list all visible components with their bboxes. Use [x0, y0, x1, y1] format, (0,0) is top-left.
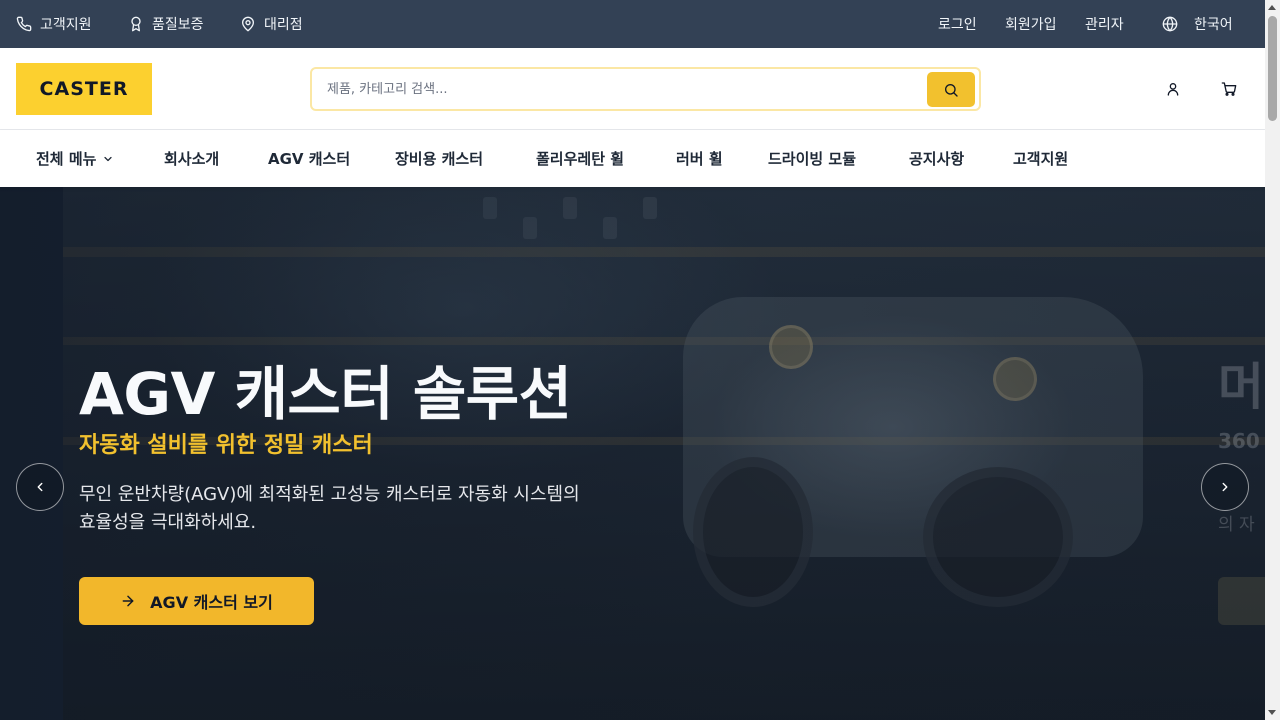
hero-title: AGV 캐스터 솔루션 [79, 360, 572, 428]
nav-item-label: 공지사항 [909, 150, 965, 168]
scroll-up-arrow-icon[interactable] [1268, 5, 1276, 10]
globe-icon [1162, 16, 1178, 32]
topbar-link-support[interactable]: 고객지원 [16, 0, 92, 48]
search-bar [310, 67, 981, 111]
chevron-left-icon [37, 482, 43, 492]
topbar-link-quality[interactable]: 품질보증 [128, 0, 204, 48]
nav-all-menu-label: 전체 메뉴 [36, 150, 97, 168]
login-link[interactable]: 로그인 [938, 0, 977, 48]
account-button[interactable] [1162, 78, 1184, 100]
chevron-down-icon [104, 156, 113, 161]
hero-description: 무인 운반차량(AGV)에 최적화된 고성능 캐스터로 자동화 시스템의 효율성… [79, 484, 580, 533]
main-navigation: 전체 메뉴 회사소개 AGV 캐스터 장비용 캐스터 폴리우레탄 휠 러버 휠 … [0, 130, 1265, 187]
nav-item-label: 러버 휠 [676, 150, 723, 168]
topbar-link-dealers[interactable]: 대리점 [240, 0, 303, 48]
phone-icon [16, 16, 32, 32]
signup-link[interactable]: 회원가입 [1005, 0, 1057, 48]
next-slide-subtitle: 360 [1218, 429, 1260, 453]
login-label: 로그인 [938, 17, 977, 33]
nav-item-rubber-wheels[interactable]: 러버 휠 [676, 130, 723, 187]
logo[interactable]: CASTER [16, 63, 152, 115]
top-utility-bar: 고객지원 품질보증 대리점 로그인 회원가입 관리자 한국어 [0, 0, 1265, 48]
nav-item-driving-modules[interactable]: 드라이빙 모듈 [768, 130, 856, 187]
award-icon [131, 16, 141, 32]
carousel-prev-button[interactable] [16, 463, 64, 511]
nav-item-label: AGV 캐스터 [268, 150, 351, 168]
site-header: CASTER [0, 48, 1265, 130]
carousel-next-button[interactable] [1201, 463, 1249, 511]
nav-item-polyurethane-wheels[interactable]: 폴리우레탄 휠 [536, 130, 624, 187]
hero-subtitle: 자동화 설비를 위한 정밀 캐스터 [79, 433, 373, 458]
nav-item-support[interactable]: 고객지원 [1013, 130, 1068, 187]
nav-item-label: 폴리우레탄 휠 [536, 150, 625, 168]
search-icon [945, 83, 958, 97]
nav-item-equipment-casters[interactable]: 장비용 캐스터 [395, 130, 483, 187]
topbar-dealers-label: 대리점 [264, 17, 303, 33]
nav-all-menu[interactable]: 전체 메뉴 [36, 130, 114, 187]
hero-carousel: AGV 캐스터 솔루션 자동화 설비를 위한 정밀 캐스터 무인 운반차량(AG… [0, 187, 1265, 720]
map-pin-icon [242, 16, 254, 32]
next-slide-button [1218, 577, 1265, 625]
language-label: 한국어 [1194, 17, 1233, 33]
nav-item-notices[interactable]: 공지사항 [909, 130, 964, 187]
topbar-quality-label: 품질보증 [152, 17, 204, 33]
cta-label: AGV 캐스터 보기 [150, 593, 273, 612]
scrollbar-thumb[interactable] [1268, 16, 1277, 121]
search-button[interactable] [927, 72, 975, 107]
next-slide-preview: 머 360 의 자 [1217, 187, 1265, 720]
nav-item-label: 고객지원 [1013, 150, 1069, 168]
next-slide-title: 머 [1218, 358, 1264, 416]
cart-button[interactable] [1218, 78, 1240, 100]
chevron-right-icon [1222, 482, 1228, 492]
view-agv-casters-button[interactable]: AGV 캐스터 보기 [79, 577, 314, 625]
language-selector[interactable]: 한국어 [1162, 0, 1233, 48]
logo-text: CASTER [39, 78, 129, 100]
search-input[interactable] [312, 69, 922, 109]
nav-item-label: 드라이빙 모듈 [768, 150, 857, 168]
shopping-cart-icon [1221, 82, 1237, 96]
signup-label: 회원가입 [1005, 17, 1057, 33]
next-slide-description: 의 자 [1218, 515, 1255, 535]
arrow-right-icon [122, 595, 134, 607]
nav-item-company[interactable]: 회사소개 [164, 130, 219, 187]
user-icon [1167, 83, 1179, 96]
nav-item-agv-casters[interactable]: AGV 캐스터 [268, 130, 350, 187]
nav-item-label: 회사소개 [164, 150, 220, 168]
nav-item-label: 장비용 캐스터 [395, 150, 484, 168]
admin-link[interactable]: 관리자 [1085, 0, 1124, 48]
page-scrollbar[interactable] [1265, 0, 1280, 720]
scroll-down-arrow-icon[interactable] [1268, 710, 1276, 715]
admin-label: 관리자 [1085, 17, 1124, 33]
topbar-support-label: 고객지원 [40, 17, 92, 33]
